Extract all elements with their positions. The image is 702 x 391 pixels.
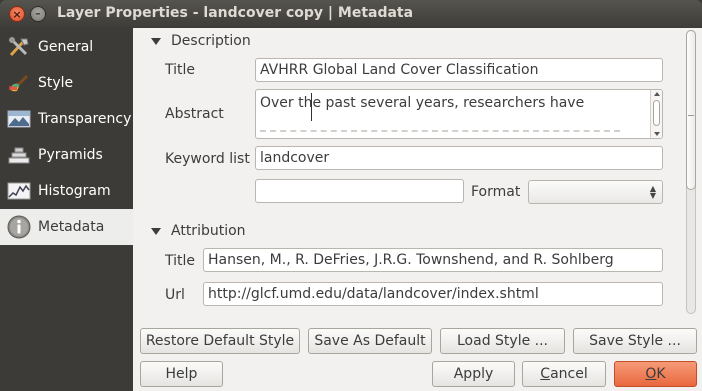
transparency-icon [6,108,32,130]
tools-icon [6,36,32,58]
save-as-default-button[interactable]: Save As Default [308,328,432,354]
sidebar-item-transparency[interactable]: Transparency [0,101,133,137]
sidebar-item-general[interactable]: General [0,29,133,65]
spin-arrows-icon: ▲ ▼ [649,184,656,200]
sidebar-item-histogram[interactable]: Histogram [0,173,133,209]
help-button[interactable]: Help [140,361,223,387]
abstract-label: Abstract [165,106,224,122]
title-bar: × – Layer Properties - landcover copy | … [0,0,702,28]
keyword-list-label: Keyword list [165,151,250,167]
paintbrush-icon [6,72,32,94]
abstract-text: Over the past several years, researchers… [260,95,585,111]
attribution-header-label: Attribution [171,223,246,239]
pyramid-icon [6,144,32,166]
attribution-title-input[interactable] [203,248,663,272]
cancel-button[interactable]: Cancel [522,361,606,387]
abstract-textarea[interactable]: Over the past several years, researchers… [255,89,663,139]
restore-default-style-button[interactable]: Restore Default Style [140,328,300,354]
close-icon: × [12,8,22,21]
window-title: Layer Properties - landcover copy | Meta… [57,5,414,21]
sidebar-item-label: General [38,39,94,55]
keyword-list-input[interactable] [255,146,663,170]
abstract-next-line [260,130,620,132]
keyword-add-input[interactable] [255,179,464,203]
load-style-button[interactable]: Load Style ... [440,328,565,354]
collapse-triangle-icon[interactable] [151,37,161,45]
abstract-scrollbar[interactable] [650,90,662,138]
format-select[interactable]: ▲ ▼ [528,180,663,204]
sidebar-item-label: Pyramids [38,147,103,163]
format-label: Format [471,184,521,200]
save-style-button[interactable]: Save Style ... [573,328,697,354]
sidebar-item-label: Metadata [38,219,105,235]
minimize-window-button[interactable]: – [30,6,46,22]
scrollbar-grip-icon [688,115,694,116]
attribution-title-label: Title [165,253,196,269]
sidebar: General Style Transparency Pyramids Hist… [0,28,133,391]
url-label: Url [165,287,185,303]
arrow-down-icon[interactable] [654,132,660,136]
cancel-label-rest: ancel [550,366,588,382]
minimize-icon: – [35,7,41,20]
abstract-scroll-thumb[interactable] [653,100,660,126]
description-header-label: Description [171,33,251,49]
ok-mnemonic: O [645,366,657,382]
cancel-mnemonic: C [540,366,551,382]
ok-label-rest: K [656,366,666,382]
arrow-up-icon[interactable] [654,92,660,96]
text-cursor [311,93,312,121]
sidebar-item-pyramids[interactable]: Pyramids [0,137,133,173]
scrollbar-thumb[interactable] [686,30,696,190]
sidebar-item-metadata[interactable]: Metadata [0,209,133,245]
ok-button[interactable]: OK [614,361,697,387]
attribution-section-header[interactable]: Attribution [151,223,246,239]
sidebar-item-label: Style [38,75,74,91]
sidebar-item-label: Histogram [38,183,111,199]
title-input[interactable] [255,58,663,82]
collapse-triangle-icon[interactable] [151,227,161,235]
description-section-header[interactable]: Description [151,33,251,49]
panel-scrollbar[interactable] [684,30,698,314]
apply-button[interactable]: Apply [432,361,515,387]
info-icon [6,215,32,239]
sidebar-item-style[interactable]: Style [0,65,133,101]
url-input[interactable] [203,282,663,306]
title-label: Title [165,62,196,78]
sidebar-item-label: Transparency [38,111,132,127]
histogram-icon [6,180,32,202]
close-window-button[interactable]: × [9,6,25,22]
